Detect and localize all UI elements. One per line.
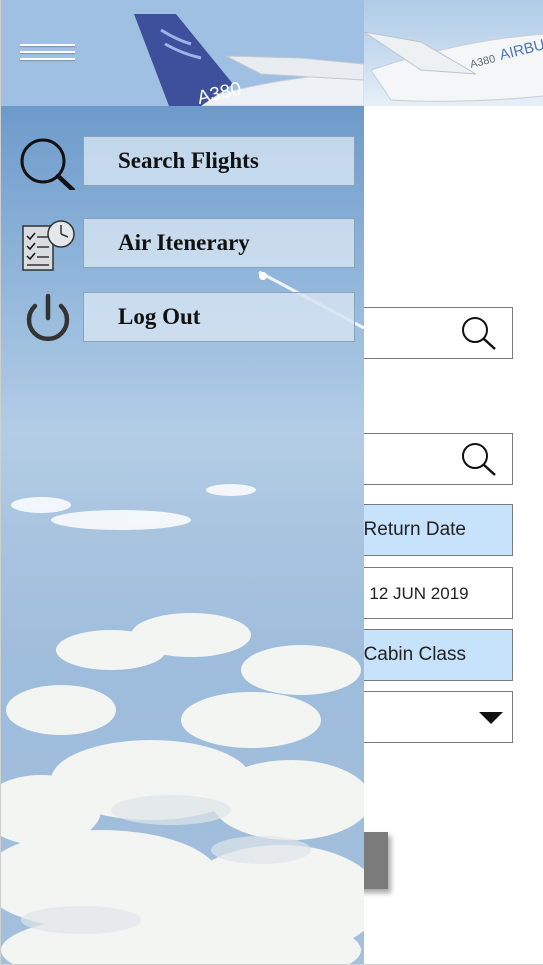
power-icon [26, 293, 70, 342]
hamburger-line [20, 44, 75, 46]
search-icon [20, 138, 76, 190]
hamburger-line [20, 58, 75, 60]
menu-item-air-itinerary[interactable]: Air Itenerary [15, 218, 357, 272]
side-drawer: A380 Search Flights Air Itenerary Log Ou… [1, 0, 364, 964]
menu-item-log-out[interactable]: Log Out [15, 292, 357, 346]
menu-toggle-button[interactable] [18, 42, 78, 66]
app-screen: A380 AIRBU Return Date ) 12 JUN 2019 Cab… [0, 0, 543, 965]
search-icon[interactable] [459, 440, 499, 480]
search-icon[interactable] [459, 314, 499, 354]
menu-item-label: Log Out [83, 292, 355, 342]
itinerary-clock-icon [22, 220, 75, 271]
hamburger-line [20, 51, 75, 53]
return-date-value: ) 12 JUN 2019 [359, 584, 469, 603]
menu-item-label: Air Itenerary [83, 218, 355, 268]
menu-item-search-flights[interactable]: Search Flights [15, 136, 357, 190]
clouds-background [1, 484, 364, 964]
menu-item-label: Search Flights [83, 136, 355, 186]
dropdown-arrow-icon[interactable] [478, 710, 504, 726]
